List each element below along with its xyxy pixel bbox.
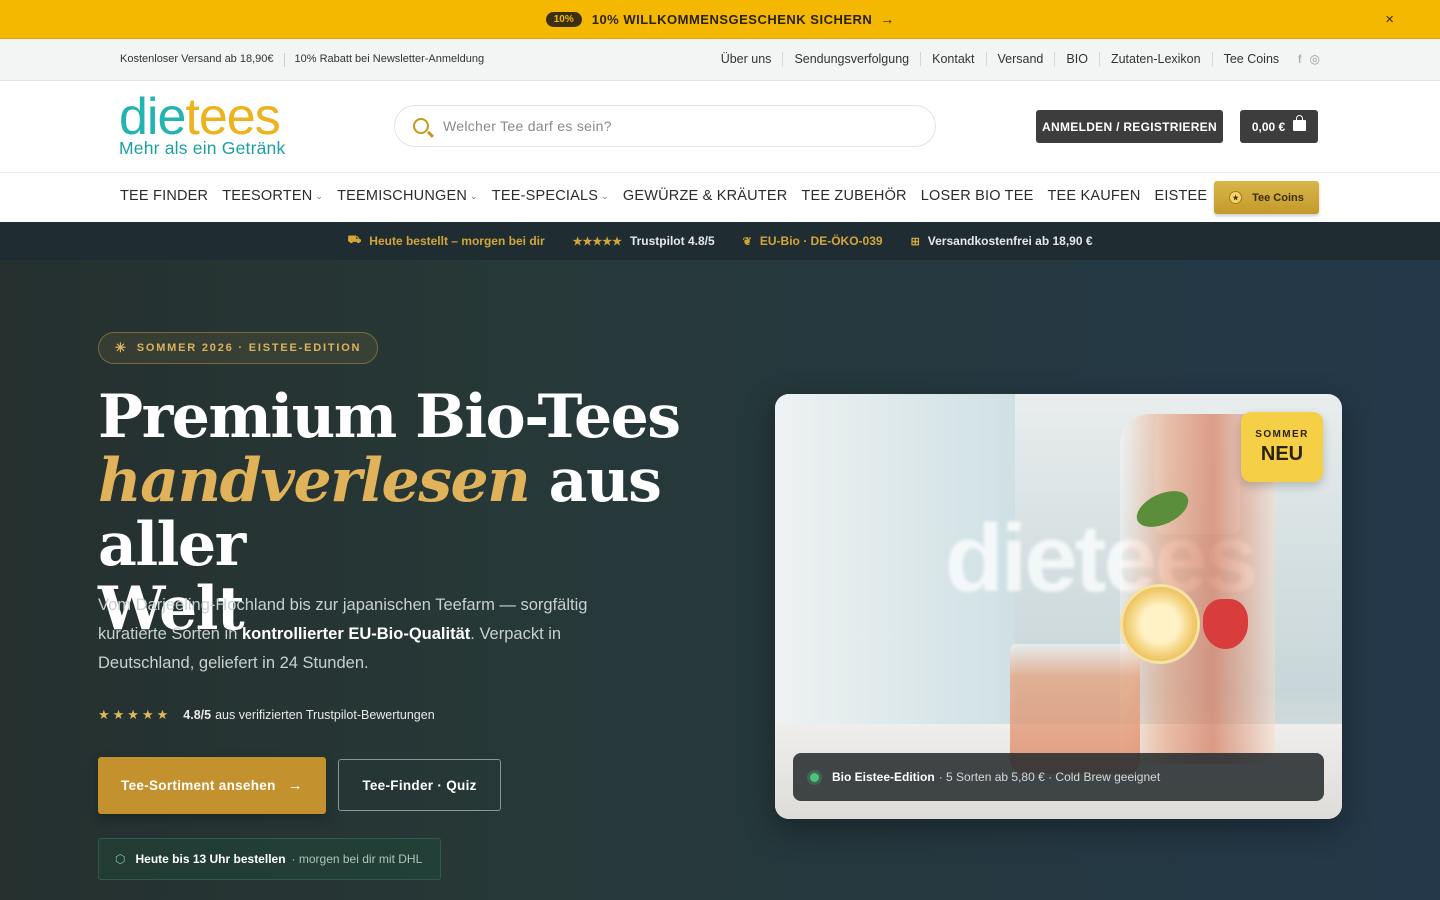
chevron-down-icon: ⌄ (601, 190, 609, 201)
shop-assortment-button[interactable]: Tee-Sortiment ansehen → (98, 757, 326, 814)
divider (283, 53, 285, 67)
stars-icon: ★★★★★ (98, 707, 172, 722)
stars-icon: ★★★★★ (572, 235, 622, 248)
nav-item-teesorten[interactable]: TEESORTEN ⌄ (222, 188, 323, 204)
lemon-slice (1120, 584, 1200, 664)
login-register-button[interactable]: ANMELDEN / REGISTRIEREN (1036, 110, 1223, 143)
leaf-icon: ❦ (742, 235, 752, 248)
nav-item-eistee[interactable]: EISTEE (1155, 188, 1208, 204)
trust-shipping: Versandkostenfrei ab 18,90 € (927, 234, 1093, 248)
tee-coins-button[interactable]: ★ Tee Coins (1214, 181, 1319, 214)
link-bio[interactable]: BIO (1054, 52, 1099, 66)
chevron-down-icon: ⌄ (470, 190, 478, 201)
site-header: dietees Mehr als ein Getränk ANMELDEN / … (0, 81, 1440, 172)
rating-line: ★★★★★ 4.8/5 aus verifizierten Trustpilot… (98, 707, 435, 723)
promo-bar[interactable]: 10% 10% WILLKOMMENSGESCHENK SICHERN → × (0, 0, 1440, 39)
truck-icon: ⛟ (347, 234, 362, 246)
tee-finder-quiz-button[interactable]: Tee-Finder · Quiz (338, 759, 501, 811)
new-badge: SOMMER NEU (1241, 412, 1323, 482)
close-icon[interactable]: × (1385, 11, 1394, 28)
utility-bar: Kostenloser Versand ab 18,90€ 10% Rabatt… (0, 39, 1440, 81)
nav-item-loser-bio-tee[interactable]: LOSER BIO TEE (921, 188, 1034, 204)
hero-section: ✳ SOMMER 2026 · EISTEE-EDITION Premium B… (0, 260, 1440, 900)
link-tee-coins[interactable]: Tee Coins (1211, 52, 1291, 66)
season-badge: ✳ SOMMER 2026 · EISTEE-EDITION (98, 332, 379, 364)
link-shipping[interactable]: Versand (985, 52, 1055, 66)
tee-coins-label: Tee Coins (1252, 191, 1304, 204)
link-ingredients[interactable]: Zutaten-Lexikon (1098, 52, 1212, 66)
hero-title-italic: handverlesen (98, 446, 531, 516)
nav-item-tee-specials[interactable]: TEE-SPECIALS ⌄ (492, 188, 609, 204)
logo[interactable]: dietees Mehr als ein Getränk (119, 91, 286, 159)
arrow-right-icon: → (880, 11, 895, 27)
facebook-icon[interactable]: f (1298, 52, 1301, 66)
nav-item-gewuerze[interactable]: GEWÜRZE & KRÄUTER (623, 188, 788, 204)
hero-lead: Vom Darjeeling-Hochland bis zur japanisc… (98, 596, 588, 672)
trust-bar: ⛟ Heute bestellt – morgen bei dir ★★★★★ Tr… (0, 222, 1440, 260)
search-input[interactable] (443, 118, 883, 134)
instagram-icon[interactable]: ◎ (1310, 52, 1320, 66)
nav-item-tee-kaufen[interactable]: TEE KAUFEN (1047, 188, 1140, 204)
cart-total: 0,00 € (1251, 119, 1286, 134)
trust-trustpilot: Trustpilot 4.8/5 (629, 234, 715, 248)
arrow-right-icon: → (287, 777, 303, 794)
promo-pill: 10% (545, 11, 582, 27)
cart-button[interactable]: 0,00 € (1240, 110, 1318, 143)
search-bar[interactable] (394, 105, 936, 147)
nav-item-zubehoer[interactable]: TEE ZUBEHÖR (801, 188, 906, 204)
rating-text: aus verifizierten Trustpilot-Bewertungen (215, 708, 435, 722)
coin-icon: ★ (1229, 191, 1243, 204)
image-caption[interactable]: Bio Eistee-Edition · 5 Sorten ab 5,80 € ·… (793, 753, 1324, 801)
search-icon[interactable] (413, 118, 429, 134)
trust-bio: EU-Bio · DE-ÖKO-039 (759, 234, 883, 248)
package-icon: ⬡ (115, 852, 126, 866)
free-shipping-note: Kostenloser Versand ab 18,90€ (120, 53, 274, 65)
strawberry (1203, 599, 1248, 649)
gift-icon: ⊞ (910, 235, 920, 248)
shipping-note: ⬡ Heute bis 13 Uhr bestellen · morgen bei… (98, 838, 441, 880)
trust-delivery: Heute bestellt – morgen bei dir (369, 234, 545, 248)
link-contact[interactable]: Kontakt (920, 52, 985, 66)
chevron-down-icon: ⌄ (315, 190, 324, 201)
link-tracking[interactable]: Sendungsverfolgung (782, 52, 920, 66)
link-about[interactable]: Über uns (710, 52, 783, 66)
promo-text[interactable]: 10% WILLKOMMENSGESCHENK SICHERN (592, 12, 873, 27)
nav-item-tee-finder[interactable]: TEE FINDER (120, 188, 208, 204)
newsletter-note: 10% Rabatt bei Newsletter-Anmeldung (294, 53, 485, 65)
logo-tagline: Mehr als ein Getränk (119, 138, 286, 158)
nav-item-teemischungen[interactable]: TEEMISCHUNGEN ⌄ (337, 188, 478, 204)
main-nav: TEE FINDER TEESORTEN ⌄ TEEMISCHUNGEN ⌄ TEE… (0, 172, 1440, 222)
status-dot (810, 772, 819, 782)
shopping-bag-icon (1293, 115, 1307, 131)
rating-score: 4.8/5 (183, 708, 212, 722)
sparkle-icon: ✳ (115, 340, 128, 355)
